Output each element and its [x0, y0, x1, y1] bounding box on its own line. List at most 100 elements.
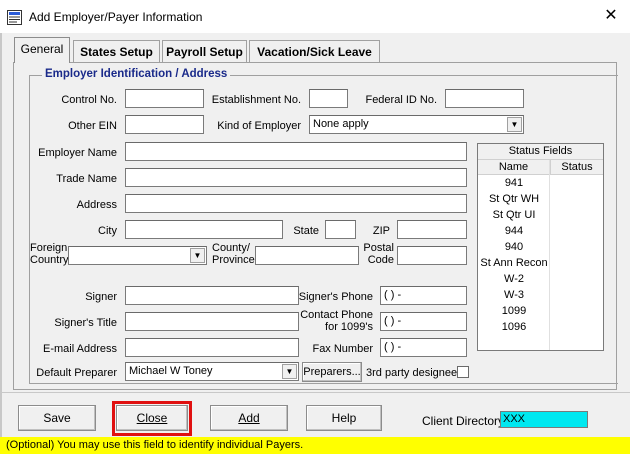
postal-code-label-line1: Postal [363, 242, 394, 254]
state-label: State [293, 225, 319, 237]
postal-code-input[interactable] [397, 246, 467, 265]
tab-vacation-sick-leave[interactable]: Vacation/Sick Leave [249, 40, 380, 62]
postal-code-label-line2: Code [367, 254, 394, 266]
foreign-country-label-line1: Foreign [30, 242, 68, 254]
status-col-name[interactable]: Name [478, 160, 549, 175]
control-no-label: Control No. [61, 94, 117, 106]
save-button[interactable]: Save [18, 405, 96, 431]
employer-name-label: Employer Name [38, 147, 117, 159]
foreign-country-select[interactable]: ▼ [68, 246, 207, 265]
list-item[interactable]: St Qtr WH [478, 191, 603, 207]
preparers-button[interactable]: Preparers... [302, 362, 362, 382]
fax-label: Fax Number [312, 343, 373, 355]
list-item[interactable]: St Ann Recon [478, 255, 603, 271]
help-button[interactable]: Help [306, 405, 382, 431]
chevron-down-icon[interactable]: ▼ [190, 248, 205, 263]
form-icon [7, 10, 22, 25]
tab-payroll-setup-label: Payroll Setup [166, 45, 243, 59]
federal-id-input[interactable] [445, 89, 524, 108]
control-no-input[interactable] [125, 89, 204, 108]
contact-phone-label-line2: for 1099's [325, 321, 373, 333]
city-input[interactable] [125, 220, 283, 239]
signers-phone-label: Signer's Phone [298, 291, 373, 303]
status-row-name: St Qtr UI [492, 209, 536, 221]
list-item[interactable]: 940 [478, 239, 603, 255]
zip-input[interactable] [397, 220, 467, 239]
list-item[interactable]: 941 [478, 175, 603, 191]
contact-phone-label: Contact Phone for 1099's [290, 309, 373, 333]
signer-input[interactable] [125, 286, 299, 305]
other-ein-input[interactable] [125, 115, 204, 134]
address-label: Address [76, 199, 117, 211]
status-row-name: W-3 [504, 289, 524, 301]
default-preparer-value: Michael W Toney [129, 365, 213, 377]
county-province-label: County/ Province [212, 242, 255, 266]
establishment-no-label: Establishment No. [211, 94, 301, 106]
zip-label: ZIP [372, 225, 390, 237]
status-bar: (Optional) You may use this field to ide… [0, 437, 630, 454]
federal-id-label: Federal ID No. [365, 94, 437, 106]
chevron-down-icon[interactable]: ▼ [507, 117, 522, 132]
tab-general[interactable]: General [14, 37, 70, 63]
client-directory-label: Client Directory [422, 414, 505, 428]
chevron-down-icon[interactable]: ▼ [282, 364, 297, 379]
fax-input[interactable]: ( ) - [380, 338, 467, 357]
email-input[interactable] [125, 338, 299, 357]
status-row-name: St Qtr WH [488, 193, 540, 205]
contact-phone-label-line1: Contact Phone [300, 309, 373, 321]
kind-of-employer-value: None apply [313, 118, 369, 130]
status-row-name: W-2 [504, 273, 524, 285]
status-row-name: 1096 [501, 321, 527, 333]
list-item[interactable]: 944 [478, 223, 603, 239]
bottom-divider [0, 392, 630, 393]
signers-phone-input[interactable]: ( ) - [380, 286, 467, 305]
status-col-status[interactable]: Status [550, 160, 603, 175]
list-item[interactable]: 1099 [478, 303, 603, 319]
kind-of-employer-label: Kind of Employer [217, 120, 301, 132]
foreign-country-label-line2: Country [30, 254, 69, 266]
status-row-name: 940 [504, 241, 524, 253]
status-row-name: 1099 [501, 305, 527, 317]
default-preparer-select[interactable]: Michael W Toney ▼ [125, 362, 299, 381]
add-button[interactable]: Add [210, 405, 288, 431]
status-fields-title: Status Fields [478, 144, 603, 160]
list-item[interactable]: W-2 [478, 271, 603, 287]
tab-states-setup-label: States Setup [80, 45, 153, 59]
group-legend: Employer Identification / Address [42, 68, 231, 80]
foreign-country-label: Foreign Country [30, 242, 69, 266]
county-province-label-line2: Province [212, 254, 255, 266]
status-row-name: 944 [504, 225, 524, 237]
status-row-name: 941 [504, 177, 524, 189]
signer-label: Signer [85, 291, 117, 303]
signers-title-input[interactable] [125, 312, 299, 331]
address-input[interactable] [125, 194, 467, 213]
kind-of-employer-select[interactable]: None apply ▼ [309, 115, 524, 134]
postal-code-label: Postal Code [358, 242, 394, 266]
window-edge [0, 33, 2, 438]
trade-name-input[interactable] [125, 168, 467, 187]
employer-name-input[interactable] [125, 142, 467, 161]
window-title: Add Employer/Payer Information [29, 10, 203, 24]
establishment-no-input[interactable] [309, 89, 348, 108]
third-party-designee-checkbox[interactable] [457, 366, 469, 378]
list-item[interactable]: St Qtr UI [478, 207, 603, 223]
client-directory-input[interactable]: XXX [500, 411, 588, 428]
city-label: City [98, 225, 117, 237]
signers-title-label: Signer's Title [54, 317, 117, 329]
tab-payroll-setup[interactable]: Payroll Setup [162, 40, 247, 62]
tab-vacation-sick-leave-label: Vacation/Sick Leave [257, 45, 372, 59]
status-row-name: St Ann Recon [480, 257, 548, 269]
county-province-input[interactable] [255, 246, 359, 265]
list-item[interactable]: 1096 [478, 319, 603, 335]
state-input[interactable] [325, 220, 356, 239]
third-party-designee-label: 3rd party designee [366, 367, 458, 379]
list-item[interactable]: W-3 [478, 287, 603, 303]
close-button-highlight [112, 401, 192, 436]
contact-phone-input[interactable]: ( ) - [380, 312, 467, 331]
default-preparer-label: Default Preparer [36, 367, 117, 379]
email-label: E-mail Address [43, 343, 117, 355]
window-close-icon[interactable]: ✕ [599, 5, 623, 27]
tab-states-setup[interactable]: States Setup [73, 40, 160, 62]
trade-name-label: Trade Name [56, 173, 117, 185]
tab-general-label: General [20, 42, 64, 56]
